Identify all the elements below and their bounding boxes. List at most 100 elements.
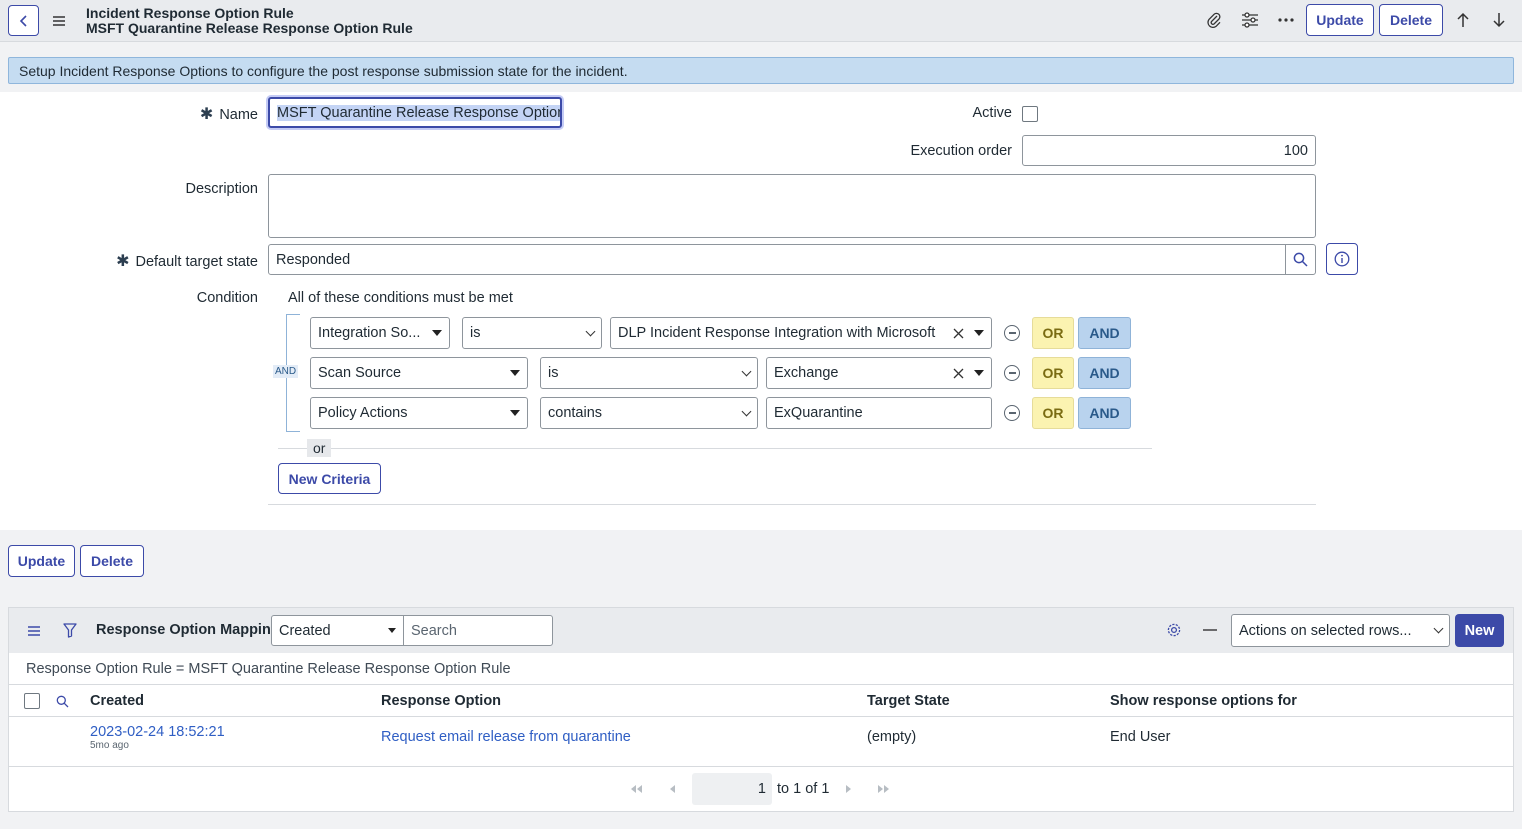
- last-page-button[interactable]: [876, 782, 892, 796]
- minus-icon: [1203, 629, 1217, 631]
- column-header-target-state[interactable]: Target State: [867, 693, 950, 709]
- list-search-input[interactable]: Search: [403, 615, 553, 646]
- collapse-list-button[interactable]: [1201, 621, 1219, 639]
- name-label: ✱ Name: [199, 106, 258, 123]
- context-menu-button[interactable]: [50, 12, 68, 30]
- condition-operator-select[interactable]: is: [540, 357, 758, 389]
- filter-button[interactable]: [61, 621, 79, 639]
- active-checkbox[interactable]: [1022, 106, 1038, 122]
- remove-condition-icon[interactable]: [1004, 325, 1020, 341]
- double-chevron-left-icon: [631, 785, 642, 793]
- name-input-value: MSFT Quarantine Release Response Option …: [277, 104, 560, 121]
- row-divider: [9, 766, 1513, 767]
- and-button[interactable]: AND: [1078, 317, 1131, 349]
- next-page-button[interactable]: [842, 782, 856, 796]
- new-record-button[interactable]: New: [1455, 614, 1504, 647]
- or-button[interactable]: OR: [1032, 317, 1074, 349]
- bottom-delete-button[interactable]: Delete: [80, 545, 144, 577]
- page-number-input[interactable]: 1: [692, 773, 772, 805]
- table-row: [9, 717, 1513, 766]
- chevron-right-icon: [846, 785, 851, 793]
- condition-value-select[interactable]: DLP Incident Response Integration with M…: [610, 317, 992, 349]
- default-target-state-label: ✱ Default target state: [116, 253, 258, 270]
- condition-operator-value: contains: [548, 405, 603, 421]
- attachment-button[interactable]: [1204, 10, 1224, 30]
- header-update-button[interactable]: Update: [1306, 4, 1374, 36]
- list-breadcrumb[interactable]: Response Option Rule = MSFT Quarantine R…: [26, 661, 511, 677]
- ellipsis-icon: [1278, 18, 1294, 22]
- condition-value-input[interactable]: ExQuarantine: [766, 397, 992, 429]
- list-settings-button[interactable]: [1165, 621, 1183, 639]
- gear-icon: [1167, 623, 1181, 637]
- previous-record-button[interactable]: [1453, 10, 1473, 30]
- header-delete-button[interactable]: Delete: [1379, 4, 1443, 36]
- more-options-button[interactable]: [1276, 10, 1296, 30]
- remove-condition-icon[interactable]: [1004, 405, 1020, 421]
- chevron-left-icon: [19, 14, 27, 27]
- back-button[interactable]: [8, 5, 39, 36]
- filter-icon: [63, 622, 77, 638]
- search-field-select[interactable]: Created: [271, 615, 404, 646]
- execution-order-label: Execution order: [910, 143, 1012, 159]
- preview-record-button[interactable]: [1326, 243, 1358, 275]
- target-state-cell: (empty): [867, 729, 917, 745]
- column-search-button[interactable]: [54, 693, 70, 709]
- new-criteria-button[interactable]: New Criteria: [278, 463, 381, 494]
- first-page-button[interactable]: [628, 782, 644, 796]
- condition-operator-select[interactable]: contains: [540, 397, 758, 429]
- info-message-banner: Setup Incident Response Options to confi…: [8, 57, 1514, 84]
- and-button[interactable]: AND: [1078, 357, 1131, 389]
- sliders-icon: [1242, 12, 1258, 28]
- actions-select[interactable]: Actions on selected rows...: [1231, 614, 1450, 647]
- condition-field-select[interactable]: Policy Actions: [310, 397, 528, 429]
- chevron-left-icon: [670, 785, 675, 793]
- or-button[interactable]: OR: [1032, 357, 1074, 389]
- condition-value-select[interactable]: Exchange: [766, 357, 992, 389]
- form-title-table: Incident Response Option Rule: [86, 5, 294, 21]
- condition-label: Condition: [196, 290, 258, 306]
- name-input[interactable]: MSFT Quarantine Release Response Option …: [268, 97, 562, 128]
- chevron-down-icon: [741, 406, 752, 416]
- response-option-link[interactable]: Request email release from quarantine: [381, 729, 631, 745]
- or-button[interactable]: OR: [1032, 397, 1074, 429]
- column-header-response-option[interactable]: Response Option: [381, 693, 501, 709]
- bottom-update-button[interactable]: Update: [8, 545, 75, 577]
- description-textarea[interactable]: [268, 174, 1316, 238]
- related-list-title: Response Option Mappings: [96, 622, 288, 638]
- chevron-down-icon: [1433, 623, 1444, 634]
- column-header-show-for[interactable]: Show response options for: [1110, 693, 1297, 709]
- actions-select-value: Actions on selected rows...: [1239, 622, 1412, 639]
- column-header-created[interactable]: Created: [90, 693, 144, 709]
- condition-operator-value: is: [548, 365, 559, 381]
- remove-condition-icon[interactable]: [1004, 365, 1020, 381]
- info-icon: [1334, 251, 1350, 267]
- select-all-checkbox[interactable]: [24, 693, 40, 709]
- required-asterisk-icon: ✱: [116, 253, 130, 270]
- condition-field-value: Policy Actions: [318, 405, 408, 421]
- search-icon: [1293, 252, 1308, 267]
- list-menu-button[interactable]: [25, 622, 43, 640]
- caret-down-icon: [510, 410, 520, 416]
- and-tag: AND: [273, 365, 299, 378]
- created-link[interactable]: 2023-02-24 18:52:21: [90, 724, 225, 740]
- clear-icon[interactable]: [953, 328, 964, 339]
- lookup-button[interactable]: [1285, 244, 1316, 275]
- previous-page-button[interactable]: [665, 782, 679, 796]
- condition-heading: All of these conditions must be met: [288, 290, 513, 306]
- caret-down-icon: [388, 628, 396, 633]
- condition-operator-value: is: [470, 325, 481, 341]
- condition-operator-select[interactable]: is: [462, 317, 602, 349]
- condition-field-select[interactable]: Integration So...: [310, 317, 450, 349]
- and-button[interactable]: AND: [1078, 397, 1131, 429]
- personalize-form-button[interactable]: [1240, 10, 1260, 30]
- next-record-button[interactable]: [1489, 10, 1509, 30]
- execution-order-input[interactable]: 100: [1022, 135, 1316, 166]
- default-target-state-input[interactable]: Responded: [268, 244, 1286, 275]
- caret-down-icon: [510, 370, 520, 376]
- chevron-down-icon: [741, 366, 752, 376]
- caret-down-icon: [974, 370, 984, 376]
- search-field-value: Created: [279, 622, 331, 639]
- clear-icon[interactable]: [953, 368, 964, 379]
- caret-down-icon: [974, 330, 984, 336]
- condition-field-select[interactable]: Scan Source: [310, 357, 528, 389]
